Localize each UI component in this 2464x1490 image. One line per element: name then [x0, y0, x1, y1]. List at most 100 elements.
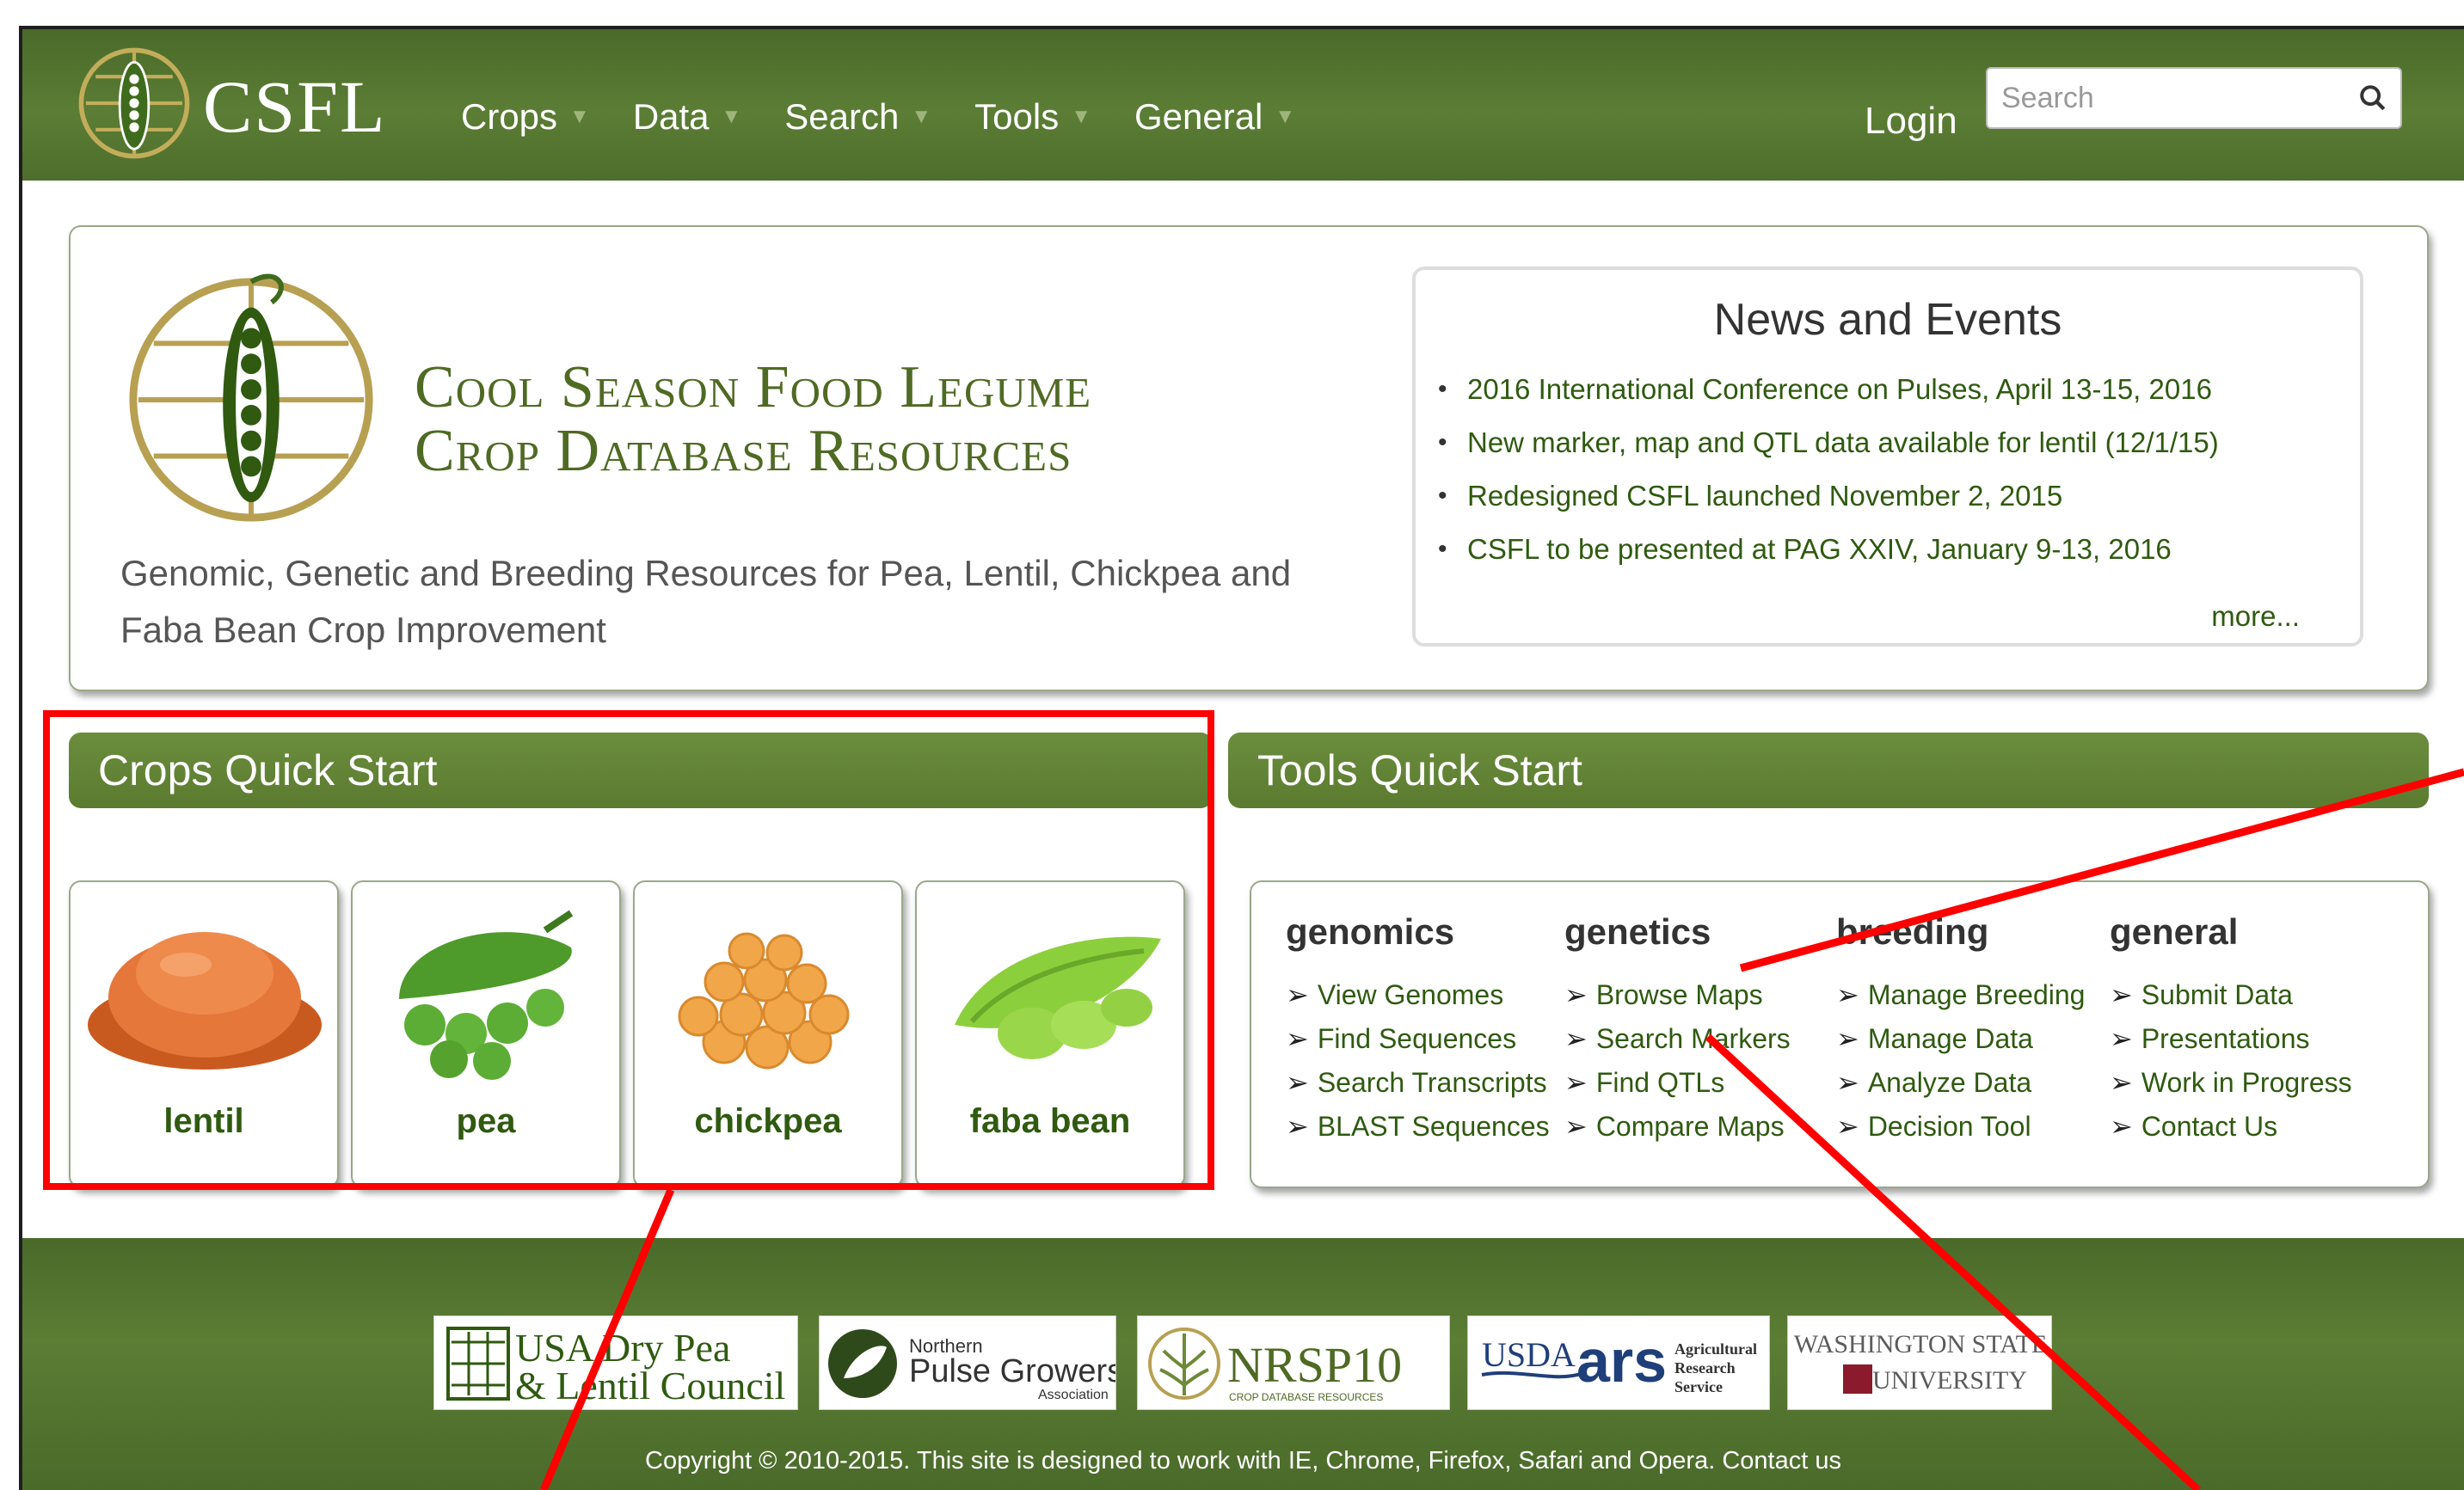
- crop-card-lentil[interactable]: lentil: [69, 880, 339, 1188]
- tool-column-breeding: breeding ➢ Manage Breeding ➢ Manage Data ➢…: [1836, 911, 2085, 1149]
- news-list: 2016 International Conference on Pulses,…: [1433, 363, 2219, 576]
- arrow-right-icon: ➢: [1286, 1023, 1309, 1054]
- csfl-logo-icon[interactable]: [74, 43, 194, 163]
- nav-general-label: General: [1134, 96, 1263, 137]
- nav-data-label: Data: [632, 96, 710, 137]
- tool-link[interactable]: ➢ Work in Progress: [2110, 1061, 2352, 1105]
- tool-link[interactable]: ➢ Find QTLs: [1564, 1061, 1791, 1105]
- copyright-label: Copyright © 2010-2015. This site is desi…: [645, 1447, 1716, 1475]
- tool-link[interactable]: ➢ Presentations: [2110, 1017, 2352, 1061]
- tools-quick-start-header: Tools Quick Start: [1228, 733, 2429, 808]
- crop-card-chickpea[interactable]: chickpea: [633, 880, 903, 1188]
- tool-link[interactable]: ➢ Manage Breeding: [1836, 973, 2085, 1017]
- crop-label: faba bean: [969, 1102, 1131, 1140]
- arrow-right-icon: ➢: [2110, 979, 2133, 1010]
- svg-text:& Lentil Council: & Lentil Council: [515, 1364, 785, 1407]
- crop-card-pea[interactable]: pea: [351, 880, 621, 1188]
- caret-down-icon: ▼: [721, 105, 742, 128]
- sponsor-nrsp10[interactable]: NRSP10 CROP DATABASE RESOURCES: [1137, 1315, 1450, 1410]
- nav-general[interactable]: General ▼: [1134, 96, 1295, 138]
- tool-link-label: Find QTLs: [1595, 1067, 1725, 1098]
- top-navbar: CSFL Crops ▼ Data ▼ Search ▼ Tools ▼ General…: [22, 29, 2464, 181]
- nav-crops-label: Crops: [461, 96, 558, 137]
- news-item[interactable]: New marker, map and QTL data available f…: [1433, 416, 2219, 469]
- svg-text:Agricultural: Agricultural: [1674, 1340, 1757, 1358]
- tool-link[interactable]: ➢ Browse Maps: [1564, 973, 1791, 1017]
- sponsor-northern-pulse-growers[interactable]: Northern Pulse Growers Association: [819, 1315, 1116, 1410]
- arrow-right-icon: ➢: [2110, 1023, 2133, 1054]
- svg-text:UNIVERSITY: UNIVERSITY: [1872, 1366, 2027, 1395]
- news-more-link[interactable]: more...: [2211, 600, 2300, 633]
- tool-link[interactable]: ➢ Search Markers: [1564, 1017, 1791, 1061]
- news-panel: News and Events 2016 International Confe…: [1412, 267, 2363, 647]
- tool-link[interactable]: ➢ Contact Us: [2110, 1105, 2352, 1149]
- arrow-right-icon: ➢: [1564, 1067, 1588, 1098]
- svg-text:Service: Service: [1674, 1378, 1723, 1395]
- search-button[interactable]: [2345, 67, 2402, 129]
- tool-link-label: Work in Progress: [2141, 1067, 2352, 1098]
- sponsor-washington-state-university[interactable]: WASHINGTON STATE UNIVERSITY: [1787, 1315, 2052, 1410]
- crop-label: chickpea: [694, 1102, 842, 1140]
- caret-down-icon: ▼: [1275, 105, 1296, 128]
- tool-column-heading: general: [2110, 911, 2239, 952]
- tool-link[interactable]: ➢ Manage Data: [1836, 1017, 2085, 1061]
- arrow-right-icon: ➢: [1564, 979, 1588, 1010]
- hero-panel: Cool Season Food Legume Crop Database Re…: [69, 225, 2429, 691]
- arrow-right-icon: ➢: [1836, 979, 1859, 1010]
- faba-bean-image-icon: [955, 936, 1161, 1059]
- nrsp10-logo-icon: NRSP10 CROP DATABASE RESOURCES: [1148, 1328, 1402, 1403]
- tool-link-label: Submit Data: [2141, 979, 2293, 1010]
- sponsor-usa-dry-pea-lentil[interactable]: USA Dry Pea & Lentil Council: [433, 1315, 798, 1410]
- tool-link[interactable]: ➢ Decision Tool: [1836, 1105, 2085, 1149]
- arrow-right-icon: ➢: [1836, 1023, 1859, 1054]
- nav-tools[interactable]: Tools ▼: [974, 96, 1091, 138]
- tool-link[interactable]: ➢ Submit Data: [2110, 973, 2352, 1017]
- nav-tools-label: Tools: [974, 96, 1060, 137]
- main-menu: Crops ▼ Data ▼ Search ▼ Tools ▼ General ▼: [461, 96, 1295, 138]
- tool-link[interactable]: ➢ Find Sequences: [1286, 1017, 1550, 1061]
- tool-link[interactable]: ➢ BLAST Sequences: [1286, 1105, 1550, 1149]
- contact-us-link[interactable]: Contact us: [1722, 1447, 1841, 1475]
- hero-tagline: Genomic, Genetic and Breeding Resources …: [120, 553, 1292, 650]
- nav-data[interactable]: Data ▼: [633, 96, 741, 138]
- tool-link-label: Presentations: [2141, 1023, 2310, 1054]
- tool-link[interactable]: ➢ Compare Maps: [1564, 1105, 1791, 1149]
- search-input[interactable]: Search: [1986, 67, 2347, 129]
- wsu-logo-icon: WASHINGTON STATE UNIVERSITY: [1794, 1330, 2048, 1395]
- arrow-right-icon: ➢: [1836, 1111, 1859, 1142]
- arrow-right-icon: ➢: [2110, 1067, 2133, 1098]
- news-title: News and Events: [1713, 295, 2062, 345]
- lentil-image-icon: [88, 932, 322, 1070]
- nav-crops[interactable]: Crops ▼: [461, 96, 590, 138]
- arrow-right-icon: ➢: [1564, 1111, 1588, 1142]
- sponsor-usda-ars[interactable]: USDA ars Agricultural Research Service: [1467, 1315, 1770, 1410]
- tool-link[interactable]: ➢ View Genomes: [1286, 973, 1550, 1017]
- tool-link[interactable]: ➢ Analyze Data: [1836, 1061, 2085, 1105]
- tool-column-heading: genomics: [1286, 911, 1455, 952]
- hero-title: Cool Season Food Legume Crop Database Re…: [415, 356, 1091, 483]
- crop-label: lentil: [163, 1102, 244, 1140]
- nav-search[interactable]: Search ▼: [784, 96, 931, 138]
- news-item[interactable]: 2016 International Conference on Pulses,…: [1433, 363, 2219, 416]
- news-item[interactable]: Redesigned CSFL launched November 2, 201…: [1433, 469, 2219, 523]
- login-link[interactable]: Login: [1865, 100, 1957, 143]
- nav-search-label: Search: [784, 96, 900, 137]
- arrow-right-icon: ➢: [1286, 979, 1309, 1010]
- arrow-right-icon: ➢: [2110, 1111, 2133, 1142]
- brand-name[interactable]: CSFL: [203, 64, 387, 150]
- tool-link-label: Find Sequences: [1317, 1023, 1517, 1054]
- news-item[interactable]: CSFL to be presented at PAG XXIV, Januar…: [1433, 523, 2219, 576]
- tool-link-label: Manage Data: [1867, 1023, 2033, 1054]
- svg-text:Research: Research: [1674, 1359, 1736, 1377]
- tool-column-genetics: genetics ➢ Browse Maps ➢ Search Markers ➢ F…: [1564, 911, 1791, 1149]
- tool-column-heading: genetics: [1564, 911, 1711, 952]
- svg-text:Pulse Growers: Pulse Growers: [909, 1353, 1116, 1389]
- tool-link[interactable]: ➢ Search Transcripts: [1286, 1061, 1550, 1105]
- svg-text:CROP DATABASE RESOURCES: CROP DATABASE RESOURCES: [1229, 1391, 1383, 1403]
- copyright-text: Copyright © 2010-2015. This site is desi…: [22, 1447, 2464, 1475]
- tool-column-genomics: genomics ➢ View Genomes ➢ Find Sequences ➢…: [1286, 911, 1550, 1149]
- svg-text:Association: Association: [1038, 1388, 1109, 1402]
- tool-link-label: Analyze Data: [1867, 1067, 2032, 1098]
- crop-card-faba-bean[interactable]: faba bean: [915, 880, 1185, 1188]
- crop-label: pea: [456, 1102, 516, 1140]
